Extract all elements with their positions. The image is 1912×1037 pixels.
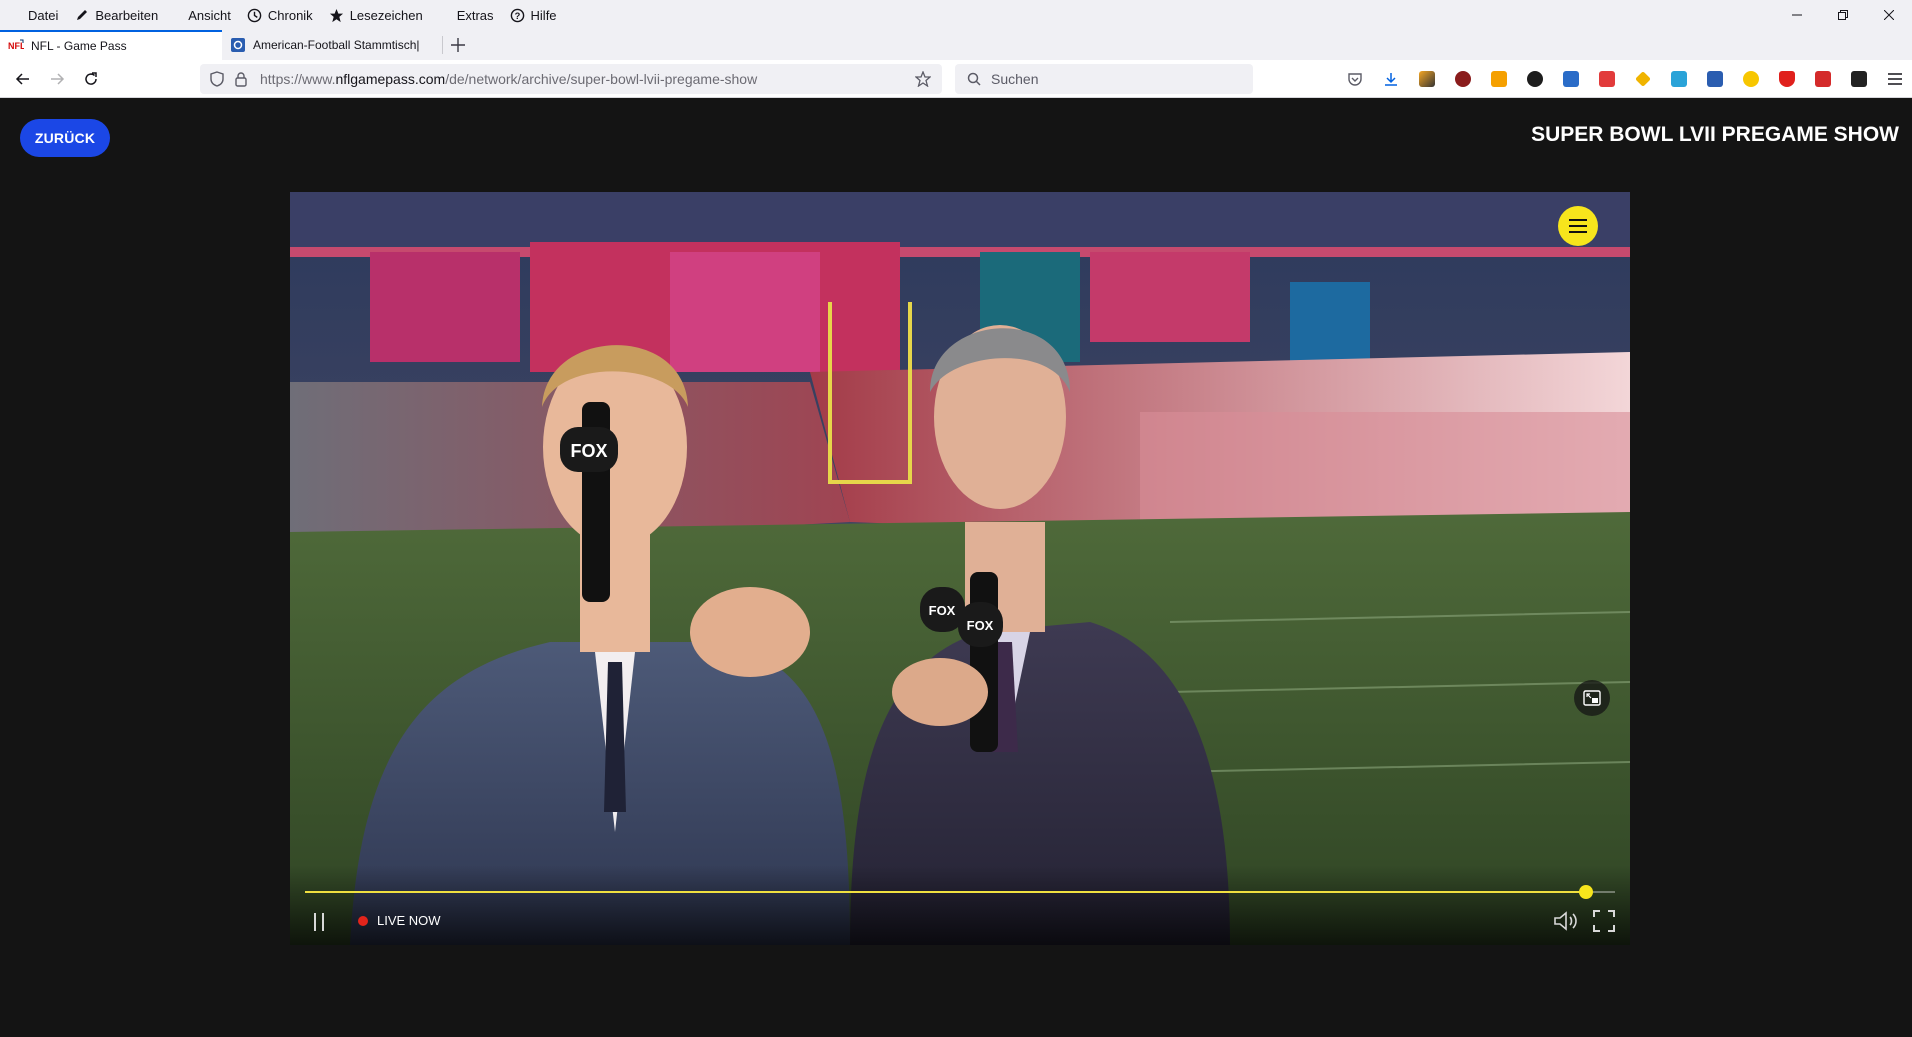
extension-icon[interactable] [1736,64,1766,94]
plus-icon [451,38,465,52]
video-frame: FOX FOX FOX [290,192,1630,945]
pip-icon [1583,690,1601,706]
extension-icon[interactable] [1700,64,1730,94]
menu-help[interactable]: ? Hilfe [502,0,565,30]
menu-file[interactable]: Datei [20,0,66,30]
tab-american-football-stammtisch[interactable]: American-Football Stammtisch| [222,30,442,60]
lock-icon[interactable] [230,68,252,90]
reload-icon[interactable] [76,64,106,94]
help-icon: ? [510,7,526,23]
search-icon [963,68,985,90]
forward-arrow-icon[interactable] [42,64,72,94]
live-indicator: LIVE NOW [358,913,441,928]
hamburger-icon [1569,219,1587,233]
menu-tools-label: Extras [456,7,494,23]
url-prefix: https://www. [260,71,336,87]
search-bar[interactable]: Suchen [955,64,1253,94]
pocket-icon[interactable] [1340,64,1370,94]
download-icon[interactable] [1376,64,1406,94]
menu-history[interactable]: Chronik [239,0,321,30]
pencil-icon [74,7,90,23]
menu-bookmarks[interactable]: Lesezeichen [321,0,431,30]
extension-icon[interactable] [1412,64,1442,94]
close-icon[interactable] [1866,0,1912,30]
player-right-controls [1552,907,1618,935]
new-tab-button[interactable] [443,30,473,60]
forum-favicon [230,37,246,53]
live-label: LIVE NOW [377,913,441,928]
svg-text:FOX: FOX [967,618,994,633]
menu-view[interactable]: Ansicht [180,0,239,30]
navigation-bar: https://www.nflgamepass.com/de/network/a… [0,60,1912,98]
menu-history-label: Chronik [267,7,313,23]
hamburger-menu-icon[interactable] [1880,64,1910,94]
extension-icon[interactable] [1592,64,1622,94]
tab-bar: NFL NFL - Game Pass American-Football St… [0,30,1912,60]
star-icon [329,7,345,23]
menu-edit[interactable]: Bearbeiten [66,0,166,30]
extension-icon[interactable] [1808,64,1838,94]
back-arrow-icon[interactable] [8,64,38,94]
pause-icon [314,913,324,931]
svg-text:FOX: FOX [929,603,956,618]
picture-in-picture-button[interactable] [1574,680,1610,716]
menu-view-label: Ansicht [188,7,231,23]
extension-icon[interactable] [1484,64,1514,94]
menu-tools[interactable]: Extras [449,0,502,30]
shield-icon[interactable] [206,68,228,90]
extension-icon[interactable] [1448,64,1478,94]
url-path: /de/network/archive/super-bowl-lvii-preg… [445,71,758,87]
progress-fill [305,891,1587,893]
menu-bookmarks-label: Lesezeichen [349,7,423,23]
search-placeholder: Suchen [991,71,1039,87]
extension-icon[interactable] [1520,64,1550,94]
extension-icon[interactable] [1556,64,1586,94]
progress-bar[interactable] [305,885,1615,899]
page-content: ZURÜCK SUPER BOWL LVII PREGAME SHOW FOX … [0,98,1912,1037]
live-dot-icon [358,915,368,926]
minimize-icon[interactable] [1774,0,1820,30]
menu-bar: Datei Bearbeiten Ansicht Chronik Lesezei… [0,0,1912,30]
menu-edit-label: Bearbeiten [95,7,159,23]
window-controls [1774,0,1912,30]
menu-help-label: Hilfe [530,7,557,23]
extension-icon[interactable] [1772,64,1802,94]
svg-text:NFL: NFL [8,41,24,51]
fullscreen-icon[interactable] [1590,907,1618,935]
extension-icon[interactable] [1664,64,1694,94]
progress-knob[interactable] [1579,885,1594,899]
url-text: https://www.nflgamepass.com/de/network/a… [260,71,757,87]
svg-text:?: ? [515,10,521,20]
url-bar[interactable]: https://www.nflgamepass.com/de/network/a… [200,64,942,94]
restore-icon[interactable] [1820,0,1866,30]
tab-label: NFL - Game Pass [31,39,127,53]
clock-icon [247,7,263,23]
player-controls: LIVE NOW [290,865,1630,945]
tab-nfl-game-pass[interactable]: NFL NFL - Game Pass [0,30,222,60]
page-title: SUPER BOWL LVII PREGAME SHOW [1531,123,1899,146]
video-player[interactable]: FOX FOX FOX LIVE NOW [290,192,1630,945]
toolbar-extensions [1340,64,1910,94]
tab-label: American-Football Stammtisch| [253,38,420,52]
bookmark-star-icon[interactable] [912,68,934,90]
player-menu-button[interactable] [1558,206,1598,246]
svg-text:FOX: FOX [570,441,607,461]
volume-icon[interactable] [1552,907,1580,935]
back-button[interactable]: ZURÜCK [20,119,110,157]
pause-button[interactable] [308,911,330,933]
menu-file-label: Datei [28,7,59,23]
extension-icon[interactable] [1628,64,1658,94]
url-host: nflgamepass.com [335,71,446,87]
extension-icon[interactable] [1844,64,1874,94]
nfl-favicon: NFL [8,38,24,54]
